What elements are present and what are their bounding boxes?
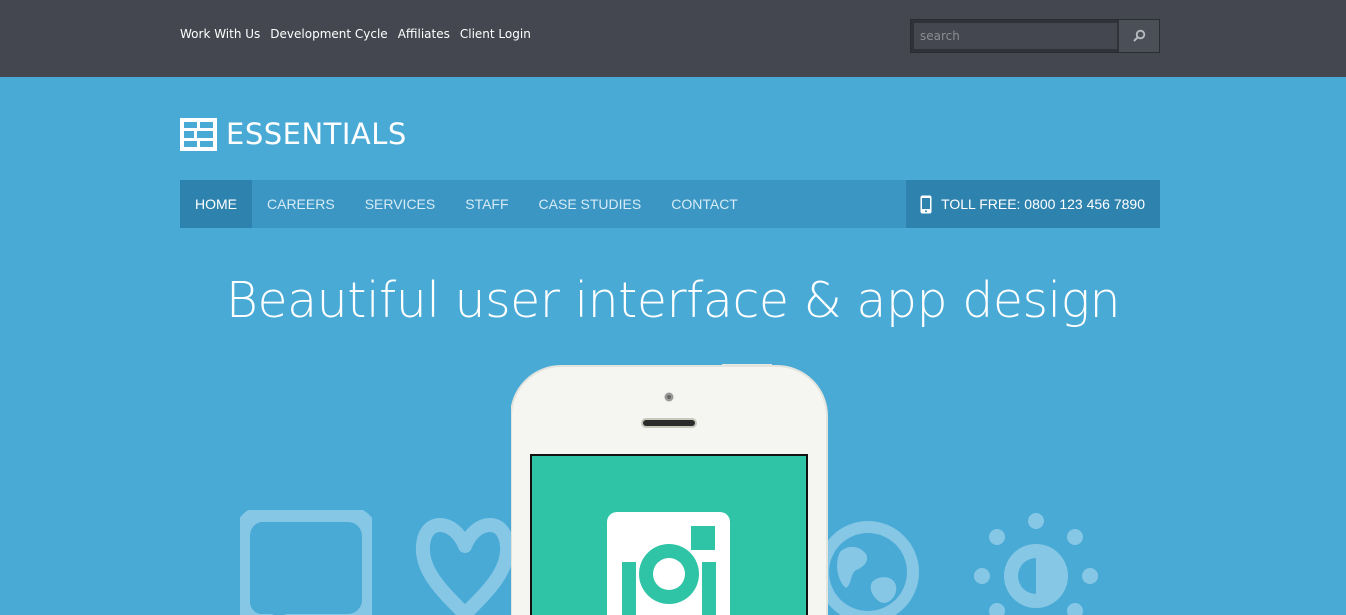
top-link-development-cycle[interactable]: Development Cycle	[270, 27, 387, 41]
top-link-work-with-us[interactable]: Work With Us	[180, 27, 260, 41]
nav-item-staff[interactable]: STAFF	[450, 180, 523, 228]
phone-mockup	[511, 364, 828, 615]
speech-bubble-icon	[240, 510, 372, 615]
search-icon	[1133, 29, 1146, 42]
nav-item-home[interactable]: HOME	[180, 180, 252, 228]
main-nav: HOME CAREERS SERVICES STAFF CASE STUDIES…	[180, 180, 1160, 228]
search-button[interactable]	[1119, 20, 1159, 52]
nav-item-careers[interactable]: CAREERS	[252, 180, 350, 228]
toll-free-number: TOLL FREE: 0800 123 456 7890	[941, 196, 1145, 212]
toll-free-box: TOLL FREE: 0800 123 456 7890	[906, 180, 1160, 228]
search-box	[910, 19, 1160, 53]
search-input[interactable]	[914, 23, 1117, 49]
top-links: Work With Us Development Cycle Affiliate…	[180, 27, 531, 41]
logo-text: ESSENTIALS	[226, 117, 407, 151]
camera-app-icon	[607, 512, 730, 615]
phone-icon	[920, 195, 932, 213]
sun-icon	[974, 513, 1098, 615]
nav-item-services[interactable]: SERVICES	[350, 180, 451, 228]
logo[interactable]: ESSENTIALS	[180, 117, 407, 151]
hero-headline: Beautiful user interface & app design	[225, 272, 1121, 329]
heart-icon	[415, 518, 515, 615]
logo-icon	[180, 117, 217, 151]
nav-item-contact[interactable]: CONTACT	[656, 180, 753, 228]
nav-item-case-studies[interactable]: CASE STUDIES	[524, 180, 657, 228]
top-link-affiliates[interactable]: Affiliates	[398, 27, 450, 41]
top-bar: Work With Us Development Cycle Affiliate…	[0, 0, 1346, 77]
top-link-client-login[interactable]: Client Login	[460, 27, 531, 41]
